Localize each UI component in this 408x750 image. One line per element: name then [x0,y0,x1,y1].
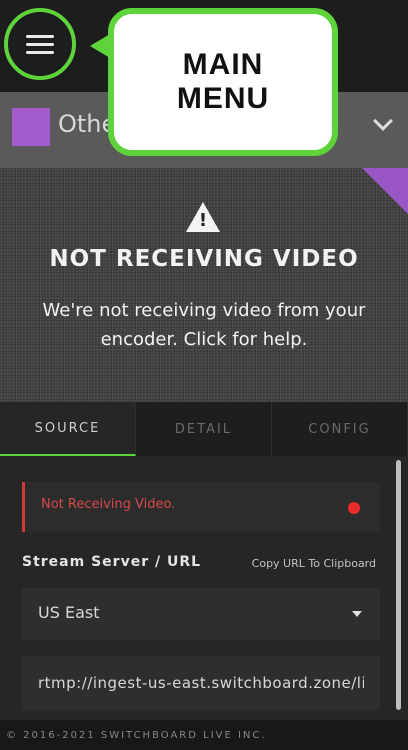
callout-pointer [90,34,110,58]
status-dot-icon [348,502,360,514]
scrollbar[interactable] [396,460,401,710]
stream-server-label: Stream Server / URL [22,554,202,570]
server-select-value: US East [38,603,100,622]
channel-color-swatch [12,108,50,146]
copy-url-link[interactable]: Copy URL To Clipboard [252,557,376,570]
chevron-down-icon[interactable] [373,111,393,131]
hamburger-menu-button[interactable] [4,8,76,80]
tab-config[interactable]: CONFIG [272,402,408,456]
callout-text: MAIN MENU [176,48,270,115]
tab-bar: SOURCE DETAIL CONFIG [0,402,408,456]
menu-icon-line [26,42,54,46]
caret-down-icon [352,611,362,617]
main-menu-callout: MAIN MENU [108,8,338,156]
tab-source[interactable]: SOURCE [0,402,136,456]
footer-copyright: © 2016-2021 SWITCHBOARD LIVE INC. [0,720,408,750]
not-receiving-title: NOT RECEIVING VIDEO [49,246,359,272]
alert-text: Not Receiving Video. [41,497,176,512]
not-receiving-message: We're not receiving video from your enco… [42,300,366,350]
tab-detail[interactable]: DETAIL [136,402,272,456]
channel-corner-marker [362,168,408,214]
server-select[interactable]: US East [22,588,380,640]
video-preview[interactable]: ! NOT RECEIVING VIDEO We're not receivin… [0,168,408,402]
status-alert: Not Receiving Video. [22,482,380,532]
warning-exclamation: ! [198,210,208,231]
menu-icon-line [26,34,54,38]
source-panel: Not Receiving Video. Stream Server / URL… [0,456,408,720]
stream-url-field[interactable] [22,656,380,710]
menu-icon-line [26,50,54,54]
